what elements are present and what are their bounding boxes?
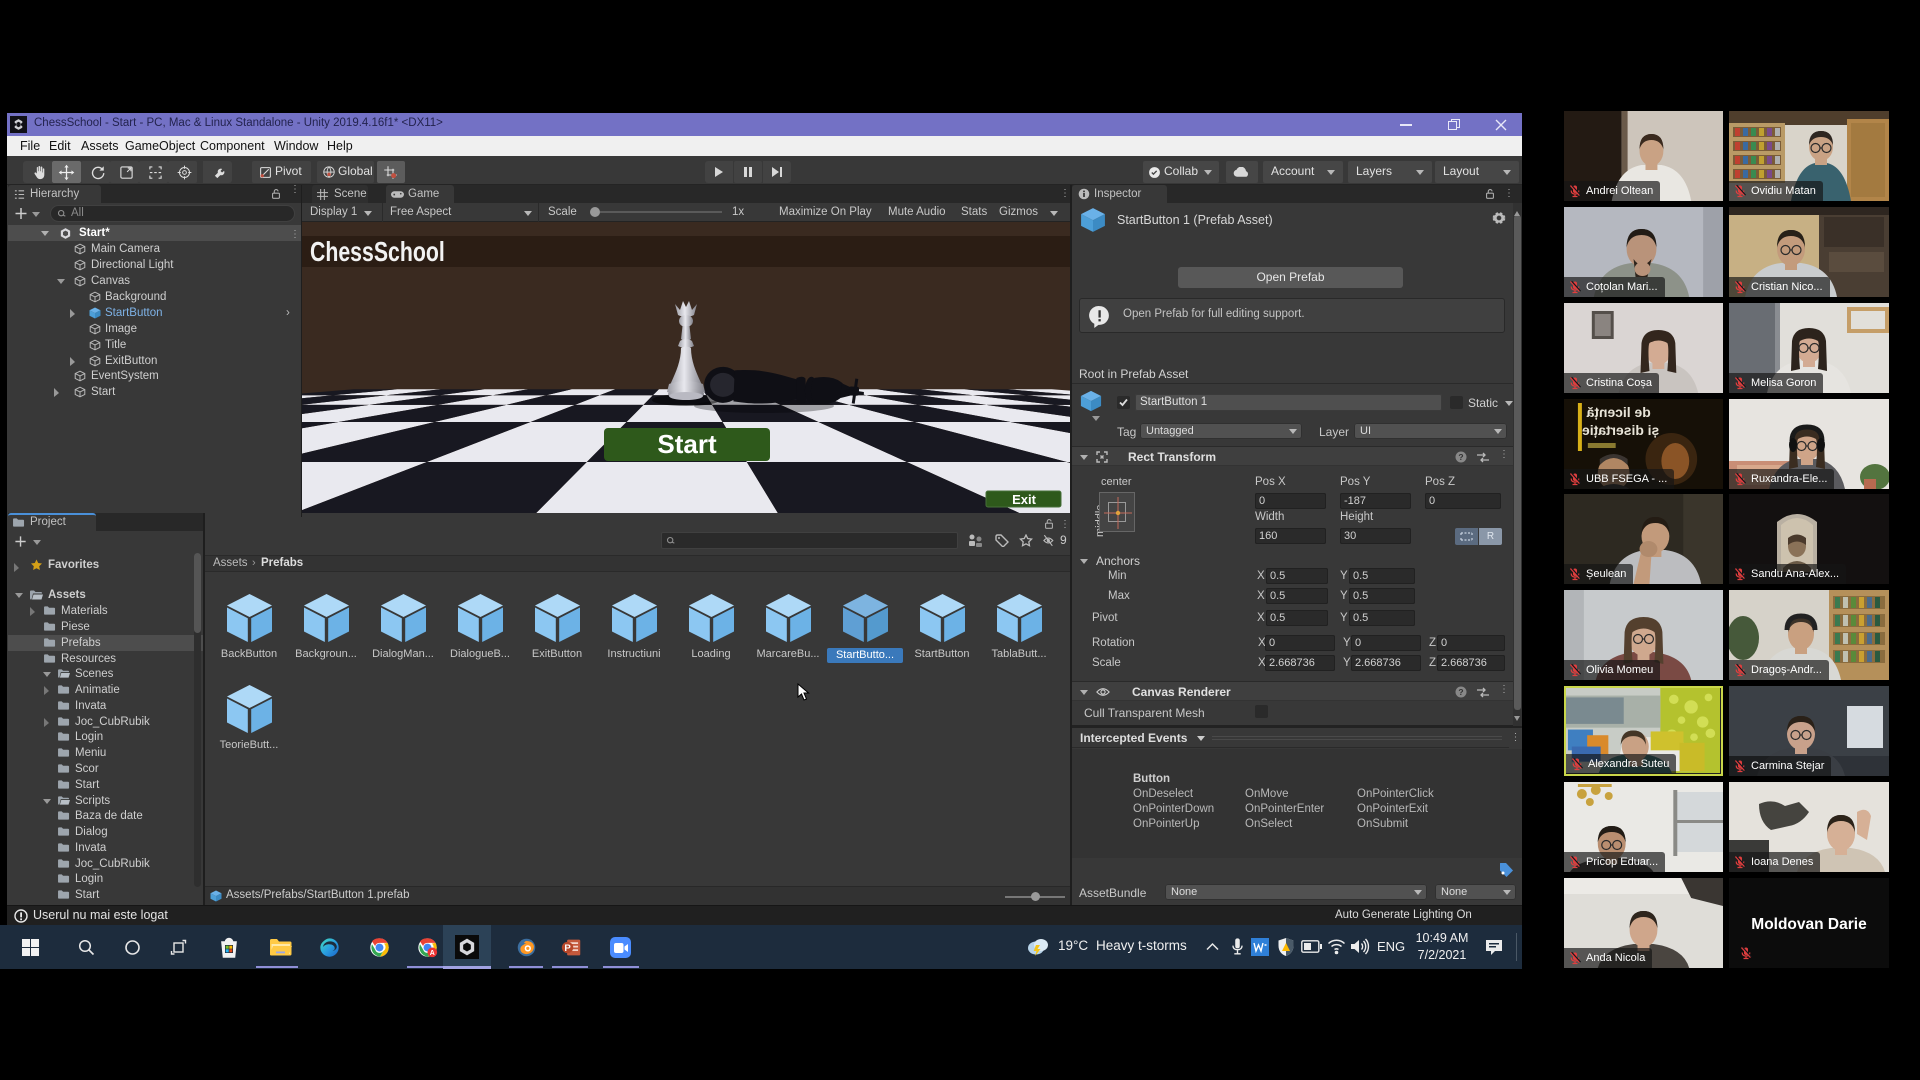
svg-text:de licență: de licență (1586, 404, 1650, 420)
svg-text:și disertație: și disertație (1582, 422, 1659, 438)
svg-text:?: ? (1458, 687, 1463, 697)
svg-text:?: ? (1458, 452, 1463, 462)
svg-text:Exit: Exit (1012, 492, 1037, 507)
svg-text:A: A (430, 950, 435, 957)
svg-text:P: P (564, 943, 571, 954)
svg-text:Moldovan Darie: Moldovan Darie (1751, 916, 1867, 933)
svg-text:ChessSchool: ChessSchool (310, 236, 445, 268)
svg-text:Start: Start (657, 429, 717, 459)
